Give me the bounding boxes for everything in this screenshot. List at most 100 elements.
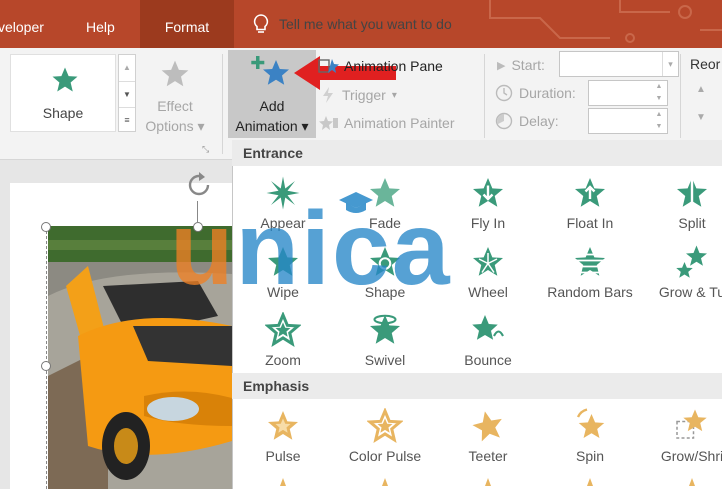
- dialog-launcher-icon[interactable]: ⤡: [202, 144, 209, 155]
- emphasis-header: Emphasis: [232, 373, 722, 399]
- animation-painter-button[interactable]: Animation Painter: [318, 113, 455, 133]
- watermark-logo: unica: [170, 190, 452, 309]
- star-icon: [473, 178, 503, 207]
- star-icon: [280, 478, 286, 486]
- shape-label: Shape: [42, 105, 84, 121]
- selection-edge: [46, 226, 47, 489]
- divider: [222, 54, 223, 154]
- tell-me-text: Tell me what you want to do: [279, 16, 452, 32]
- clock-icon: [495, 84, 513, 102]
- add-animation-label-1: Add: [259, 98, 285, 114]
- animation-pane-button[interactable]: Animation Pane: [318, 56, 443, 76]
- resize-handle[interactable]: [41, 361, 51, 371]
- scroll-up-icon[interactable]: ▲: [119, 55, 135, 81]
- star-icon: [689, 478, 695, 486]
- anim-label: Float In: [566, 215, 614, 231]
- anim-float-in[interactable]: Float In: [539, 175, 641, 231]
- effect-options-label-1: Effect: [157, 98, 193, 114]
- anim-label: Color Pulse: [348, 448, 422, 464]
- scroll-down-icon[interactable]: ▼: [119, 81, 135, 107]
- animation-painter-label: Animation Painter: [344, 115, 455, 131]
- effect-options-button[interactable]: Effect Options ▾: [140, 54, 210, 140]
- anim-swivel[interactable]: Swivel: [334, 312, 436, 368]
- spinner-arrows-icon[interactable]: ▲ ▼: [651, 81, 667, 105]
- divider: [484, 54, 485, 138]
- anim-fly-in[interactable]: Fly In: [437, 175, 539, 231]
- anim-zoom[interactable]: Zoom: [232, 312, 334, 368]
- move-later-icon[interactable]: ▼: [696, 112, 706, 123]
- anim-split[interactable]: Split: [641, 175, 722, 231]
- animation-pane-label: Animation Pane: [344, 58, 443, 74]
- star-icon: [676, 409, 707, 439]
- add-animation-icon: [251, 56, 289, 85]
- anim-label: Fly In: [470, 215, 506, 231]
- tab-format[interactable]: Format: [140, 0, 234, 48]
- animation-style-shape[interactable]: Shape: [10, 54, 116, 132]
- watermark-u: u: [170, 191, 236, 307]
- start-label: Start:: [511, 57, 545, 73]
- tell-me-box[interactable]: Tell me what you want to do: [252, 0, 452, 48]
- trigger-icon: [323, 87, 333, 103]
- trigger-button[interactable]: Trigger ▾: [320, 85, 397, 105]
- move-earlier-icon[interactable]: ▲: [696, 84, 706, 95]
- anim-wheel[interactable]: Wheel: [437, 244, 539, 300]
- gallery-expand-icon[interactable]: ≡: [119, 107, 135, 131]
- anim-teeter[interactable]: Teeter: [437, 408, 539, 464]
- anim-spin[interactable]: Spin: [539, 408, 641, 464]
- anim-grow-shrink[interactable]: Grow/Shri: [641, 408, 722, 464]
- delay-row: Delay:: [495, 111, 559, 131]
- spinner-arrows-icon[interactable]: ▲ ▼: [651, 109, 667, 133]
- effect-options-text: Options: [145, 118, 194, 134]
- divider: [680, 54, 681, 138]
- group-footer: ⤡: [0, 140, 222, 160]
- tab-developer[interactable]: veloper: [0, 0, 44, 48]
- resize-handle[interactable]: [41, 222, 51, 232]
- delay-spinner[interactable]: ▲ ▼: [588, 108, 668, 134]
- duration-label: Duration:: [519, 85, 576, 101]
- anim-random-bars[interactable]: Random Bars: [539, 244, 641, 300]
- star-icon: [677, 178, 707, 208]
- star-icon: [676, 245, 707, 278]
- star-icon: [587, 478, 593, 486]
- start-dropdown[interactable]: ▾: [559, 51, 679, 77]
- anim-color-pulse[interactable]: Color Pulse: [334, 408, 436, 464]
- gallery-scroll[interactable]: ▲ ▼ ≡: [118, 54, 136, 132]
- chevron-down-icon: ▾: [391, 89, 397, 101]
- anim-label: Split: [678, 215, 706, 231]
- star-icon: [161, 60, 189, 87]
- anim-bounce[interactable]: Bounce: [437, 312, 539, 368]
- reorder-label: Reor: [690, 56, 721, 72]
- star-icon: [472, 411, 502, 442]
- emphasis-next-row: [232, 478, 722, 489]
- anim-label: Swivel: [364, 352, 406, 368]
- star-icon: [52, 67, 78, 92]
- anim-label: Wheel: [468, 284, 508, 300]
- anim-pulse[interactable]: Pulse: [232, 408, 334, 464]
- effect-options-label-2: Options ▾: [145, 118, 205, 134]
- anim-label: Teeter: [468, 448, 508, 464]
- play-icon: ▶: [497, 59, 506, 72]
- animation-pane-icon: [318, 59, 339, 73]
- star-icon: [268, 411, 298, 440]
- anim-label: Pulse: [265, 448, 301, 464]
- painter-icon: [319, 116, 338, 130]
- circuit-pattern: [489, 0, 722, 43]
- anim-label: Zoom: [265, 352, 301, 368]
- star-icon: [473, 247, 503, 276]
- chevron-down-icon[interactable]: ▾: [662, 52, 678, 76]
- duration-spinner[interactable]: ▲ ▼: [588, 80, 668, 106]
- anim-label: Spin: [575, 448, 605, 464]
- delay-label: Delay:: [519, 113, 559, 129]
- lightbulb-icon: [253, 14, 269, 33]
- anim-label: Random Bars: [547, 284, 633, 300]
- add-animation-text: Animation: [235, 118, 298, 134]
- anim-label: Grow & Tu: [658, 284, 722, 300]
- start-row: ▶ Start:: [497, 55, 545, 75]
- graduation-cap-icon: [339, 192, 373, 213]
- star-icon: [575, 247, 605, 276]
- anim-label: Grow/Shri: [660, 448, 722, 464]
- star-icon: [367, 408, 403, 444]
- delay-icon: [495, 112, 513, 130]
- anim-grow-turn[interactable]: Grow & Tu: [641, 244, 722, 300]
- tab-help[interactable]: Help: [86, 0, 115, 48]
